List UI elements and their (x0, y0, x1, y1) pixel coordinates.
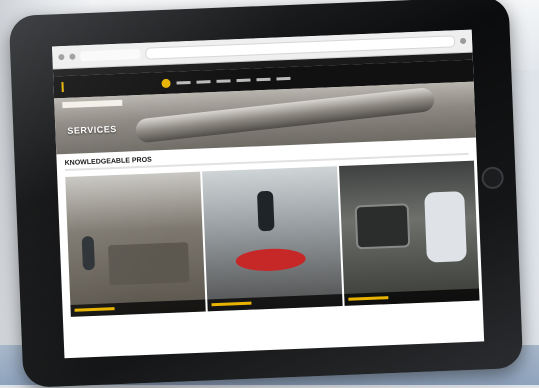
photo-caption (344, 288, 480, 306)
nav-item[interactable] (176, 80, 191, 85)
forward-icon[interactable] (69, 53, 76, 60)
nav-item[interactable] (216, 78, 231, 83)
hero-title: SERVICES (67, 123, 117, 136)
photo-caption (70, 299, 206, 317)
tablet-screen: SERVICES KNOWLEDGEABLE PROS (51, 29, 485, 359)
search-icon[interactable] (161, 78, 171, 88)
photo-caption (207, 294, 343, 312)
menu-icon[interactable] (459, 37, 467, 45)
photo-worker-machinery[interactable] (65, 171, 206, 317)
photo-floor-trowel[interactable] (202, 166, 343, 312)
breadcrumb (62, 99, 123, 109)
back-icon[interactable] (58, 53, 65, 61)
nav-item[interactable] (196, 79, 211, 84)
nav-item[interactable] (256, 77, 271, 81)
photo-technician[interactable] (339, 160, 480, 306)
photo-grid (57, 155, 483, 318)
browser-tab[interactable] (80, 48, 141, 62)
nav-item[interactable] (276, 76, 291, 80)
nav-item[interactable] (236, 78, 251, 82)
tablet-device: SERVICES KNOWLEDGEABLE PROS (8, 0, 524, 388)
site-logo[interactable] (61, 80, 96, 93)
home-button[interactable] (481, 166, 505, 190)
